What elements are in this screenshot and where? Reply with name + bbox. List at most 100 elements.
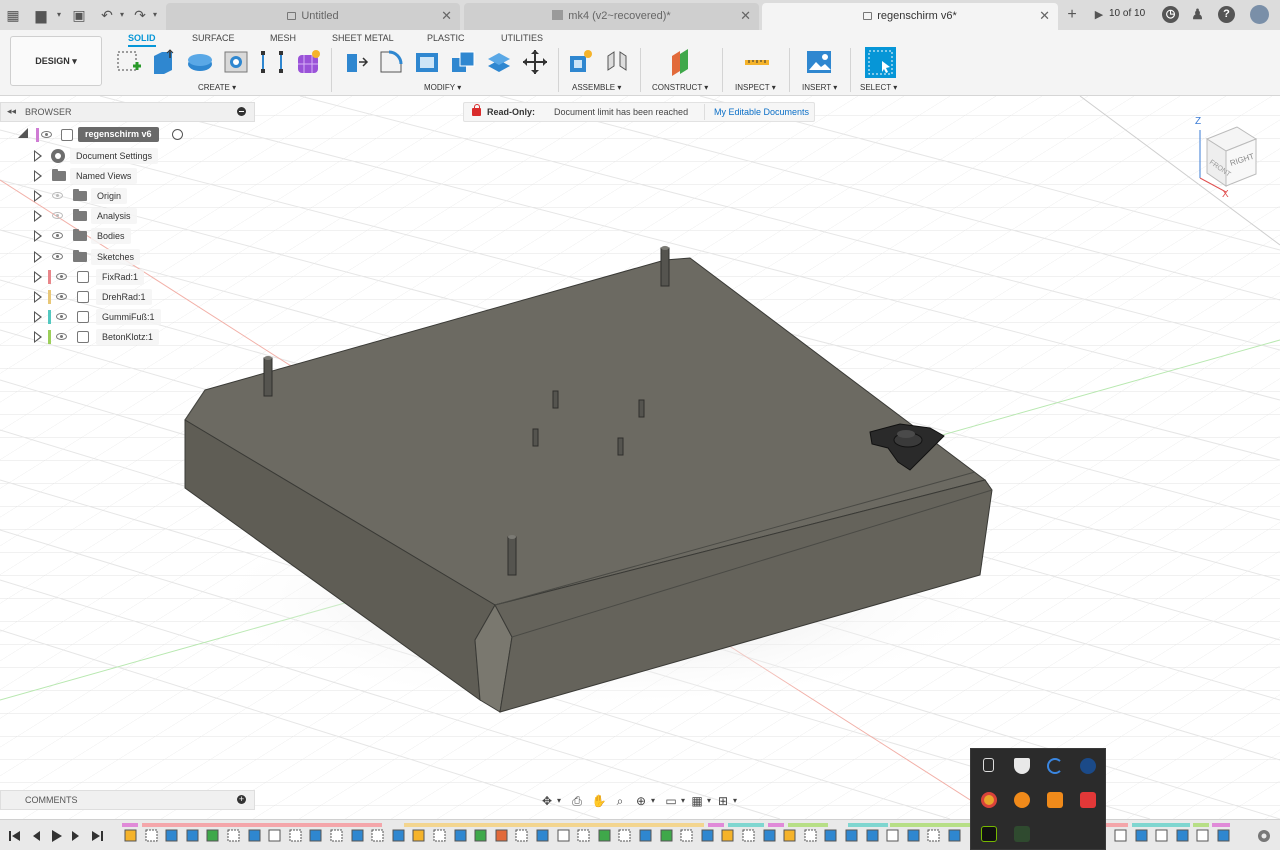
browser-item-betonklotz[interactable]: BetonKlotz:1 (0, 328, 200, 346)
job-status-icon[interactable]: ▶ (1092, 6, 1106, 24)
timeline-feature-ext-icon[interactable] (454, 829, 467, 842)
help-icon[interactable]: ? (1218, 6, 1235, 23)
create-menu[interactable]: CREATE ▾ (198, 83, 236, 92)
minimize-icon[interactable] (237, 107, 246, 116)
workspace-switcher[interactable]: DESIGN ▾ (10, 36, 102, 86)
modify-menu[interactable]: MODIFY ▾ (424, 83, 461, 92)
browser-item-bodies[interactable]: Bodies (0, 227, 200, 245)
tab-utilities[interactable]: UTILITIES (501, 31, 543, 47)
browser-item-document-settings[interactable]: Document Settings (0, 147, 200, 165)
timeline-feature-ext-icon[interactable] (948, 829, 961, 842)
tab-solid[interactable]: SOLID (128, 31, 156, 47)
browser-item-sketches[interactable]: Sketches (0, 248, 200, 266)
form-icon[interactable] (294, 48, 322, 76)
timeline-feature-ext-icon[interactable] (392, 829, 405, 842)
expand-triangle-icon[interactable] (34, 210, 42, 222)
create-sketch-icon[interactable] (115, 48, 143, 76)
timeline-feature-sketch-icon[interactable] (804, 829, 817, 842)
browser-item-origin[interactable]: Origin (0, 187, 200, 205)
expand-triangle-icon[interactable] (34, 190, 42, 202)
expand-triangle-icon[interactable] (34, 251, 42, 263)
shell-icon[interactable] (413, 48, 441, 76)
timeline-feature-sketch-icon[interactable] (927, 829, 940, 842)
hole-icon[interactable] (222, 48, 250, 76)
insert-menu[interactable]: INSERT ▾ (802, 83, 837, 92)
timeline-feature-comp-icon[interactable] (412, 829, 425, 842)
pattern-icon[interactable] (258, 48, 286, 76)
notification-bell-icon[interactable]: ♟ (1189, 6, 1206, 23)
timeline-feature-comp-icon[interactable] (124, 829, 137, 842)
timeline-feature-ext-icon[interactable] (701, 829, 714, 842)
app-icon[interactable] (1014, 826, 1030, 842)
timeline-feature-plane-icon[interactable] (660, 829, 673, 842)
tab-untitled[interactable]: Untitled ✕ (166, 3, 460, 30)
timeline-feature-move-icon[interactable] (886, 829, 899, 842)
timeline-feature-icon[interactable] (1155, 829, 1168, 842)
timeline-feature-icon[interactable] (1217, 829, 1230, 842)
collapse-icon[interactable]: ◂◂ (7, 106, 16, 117)
timeline-feature-sketch-icon[interactable] (330, 829, 343, 842)
timeline-feature-comp-icon[interactable] (721, 829, 734, 842)
timeline-feature-icon[interactable] (1114, 829, 1127, 842)
timeline-feature-sketch-icon[interactable] (618, 829, 631, 842)
new-component-icon[interactable] (567, 48, 595, 76)
timeline-feature-plane-icon[interactable] (206, 829, 219, 842)
assemble-menu[interactable]: ASSEMBLE ▾ (572, 83, 621, 92)
avatar[interactable] (1250, 5, 1269, 24)
visibility-eye-icon[interactable] (41, 131, 52, 138)
chrome-icon[interactable] (981, 792, 997, 808)
browser-item-drehrad[interactable]: DrehRad:1 (0, 288, 200, 306)
logitech-icon[interactable] (1047, 758, 1063, 774)
timeline-feature-ext-icon[interactable] (639, 829, 652, 842)
play-icon[interactable] (49, 829, 63, 843)
tab-sheet-metal[interactable]: SHEET METAL (332, 31, 394, 47)
revolve-icon[interactable] (186, 48, 214, 76)
timeline-feature-sketch-icon[interactable] (515, 829, 528, 842)
visibility-eye-icon[interactable] (56, 333, 67, 340)
orbit-icon[interactable]: ✥ (539, 793, 555, 809)
grid-settings-icon[interactable]: ▦ (689, 793, 705, 809)
timeline-feature-plane-icon[interactable] (495, 829, 508, 842)
go-to-end-icon[interactable] (90, 829, 104, 843)
timeline-feature-icon[interactable] (1176, 829, 1189, 842)
browser-app-icon[interactable] (1014, 792, 1030, 808)
timeline-feature-move-icon[interactable] (557, 829, 570, 842)
browser-root[interactable]: regenschirm v6 (0, 126, 200, 144)
timeline-feature-ext-icon[interactable] (165, 829, 178, 842)
timeline-feature-sketch-icon[interactable] (145, 829, 158, 842)
timeline-feature-sketch-icon[interactable] (289, 829, 302, 842)
chevron-down-icon[interactable]: ▾ (649, 793, 657, 809)
tab-regenschirm[interactable]: regenschirm v6* ✕ (762, 3, 1058, 30)
step-back-icon[interactable] (29, 829, 43, 843)
select-menu[interactable]: SELECT ▾ (860, 83, 897, 92)
move-icon[interactable] (521, 48, 549, 76)
expand-triangle-icon[interactable] (34, 230, 42, 242)
timeline-feature-ext-icon[interactable] (536, 829, 549, 842)
nvidia-icon[interactable] (981, 826, 997, 842)
root-component-label[interactable]: regenschirm v6 (78, 127, 159, 142)
timeline-settings-gear-icon[interactable] (1256, 828, 1272, 844)
timeline-feature-sketch-icon[interactable] (433, 829, 446, 842)
app-grid-icon[interactable]: ▦ (4, 6, 22, 24)
step-forward-icon[interactable] (69, 829, 83, 843)
browser-panel-header[interactable]: ◂◂ BROWSER (0, 102, 255, 122)
tab-plastic[interactable]: PLASTIC (427, 31, 465, 47)
visibility-eye-icon[interactable] (52, 253, 63, 260)
chevron-down-icon[interactable]: ▾ (113, 6, 131, 24)
file-menu-icon[interactable]: ▆ (32, 6, 50, 24)
insert-image-icon[interactable] (805, 48, 833, 76)
combine-icon[interactable] (449, 48, 477, 76)
timeline-feature-sketch-icon[interactable] (227, 829, 240, 842)
measure-icon[interactable] (743, 48, 771, 76)
construct-menu[interactable]: CONSTRUCT ▾ (652, 83, 708, 92)
shield-icon[interactable] (1014, 758, 1030, 774)
extrude-icon[interactable] (150, 48, 178, 76)
app-icon[interactable] (1047, 792, 1063, 808)
expand-triangle-icon[interactable] (34, 271, 42, 283)
save-icon[interactable]: ▣ (70, 6, 88, 24)
timeline-feature-pattern-icon[interactable] (866, 829, 879, 842)
browser-item-named-views[interactable]: Named Views (0, 167, 200, 185)
timeline-feature-icon[interactable] (1135, 829, 1148, 842)
visibility-eye-icon[interactable] (52, 192, 63, 199)
timeline-feature-ext-icon[interactable] (248, 829, 261, 842)
